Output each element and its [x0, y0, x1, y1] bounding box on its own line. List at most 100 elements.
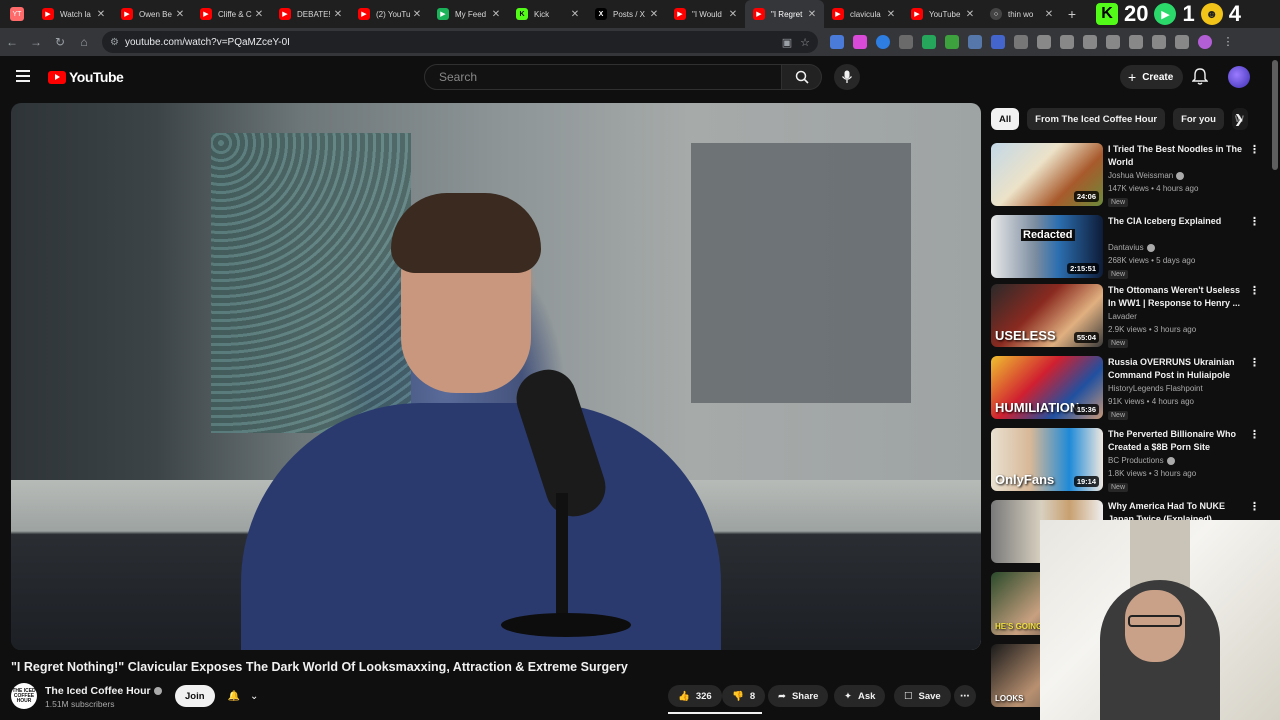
chevron-right-icon[interactable]: ❯	[1234, 112, 1244, 126]
browser-tab[interactable]: X Posts / X ✕	[587, 0, 666, 28]
bookmark-star-icon[interactable]: ☆	[800, 36, 810, 49]
recommended-video[interactable]: USELESS 55:04 The Ottomans Weren't Useless…	[991, 284, 1261, 348]
video-thumbnail[interactable]: 24:06	[991, 143, 1103, 206]
close-tab-icon[interactable]: ✕	[648, 9, 660, 20]
recommended-video[interactable]: HUMILIATION 15:36 Russia OVERRUNS Ukrainia…	[991, 356, 1261, 420]
save-button[interactable]: ☐ Save	[894, 685, 951, 707]
create-button[interactable]: + Create	[1120, 65, 1184, 89]
back-icon[interactable]: ←	[0, 30, 24, 54]
close-tab-icon[interactable]: ✕	[95, 9, 107, 20]
extension-icon[interactable]	[1014, 35, 1028, 49]
recommended-channel-name[interactable]: BC Productions	[1108, 456, 1164, 465]
recommended-channel-name[interactable]: Lavader	[1108, 312, 1137, 321]
account-avatar[interactable]	[1228, 66, 1250, 88]
cast-icon[interactable]	[1175, 35, 1189, 49]
new-tab-icon[interactable]: +	[1061, 6, 1083, 22]
puzzle-icon[interactable]	[1037, 35, 1051, 49]
more-vertical-icon[interactable]: ⋮	[1249, 284, 1260, 297]
youtube-logo[interactable]: YouTube	[48, 69, 124, 85]
close-tab-icon[interactable]: ✕	[253, 9, 265, 20]
more-vertical-icon[interactable]: ⋮	[1249, 428, 1260, 441]
filter-chip[interactable]: For you	[1173, 108, 1224, 130]
search-button[interactable]	[782, 64, 822, 90]
browser-tab[interactable]: ▶ "I Regret ✕	[745, 0, 824, 28]
close-tab-icon[interactable]: ✕	[569, 9, 581, 20]
browser-tab[interactable]: ▶ Cliffe & C ✕	[192, 0, 271, 28]
recommended-channel[interactable]: HistoryLegends Flashpoint	[1108, 384, 1203, 393]
recommended-channel[interactable]: Dantavius	[1108, 243, 1155, 252]
extension-icon[interactable]	[945, 35, 959, 49]
more-actions-button[interactable]: ⋯	[954, 685, 976, 707]
channel-name[interactable]: The Iced Coffee Hour	[45, 685, 162, 697]
voice-search-button[interactable]	[834, 64, 860, 90]
browser-tab[interactable]: ▶ Watch la ✕	[34, 0, 113, 28]
forward-icon[interactable]: →	[24, 30, 48, 54]
browser-tab[interactable]: ▶ (2) YouTu ✕	[350, 0, 429, 28]
notifications-button[interactable]	[1191, 68, 1209, 89]
extension-icon[interactable]	[922, 35, 936, 49]
browser-tab[interactable]: K Kick ✕	[508, 0, 587, 28]
browser-tab[interactable]: ▶ YouTube ✕	[903, 0, 982, 28]
recommended-video-title[interactable]: The CIA Iceberg Explained	[1108, 215, 1248, 228]
recommended-channel-name[interactable]: HistoryLegends Flashpoint	[1108, 384, 1203, 393]
page-scrollbar[interactable]	[1272, 60, 1278, 170]
video-thumbnail[interactable]: Redacted 2:15:51	[991, 215, 1103, 278]
recommended-video[interactable]: 24:06 I Tried The Best Noodles in The Wor…	[991, 143, 1261, 207]
sidepanel-icon[interactable]	[1129, 35, 1143, 49]
recommended-video-title[interactable]: I Tried The Best Noodles in The World	[1108, 143, 1248, 169]
close-tab-icon[interactable]: ✕	[174, 9, 186, 20]
history-icon[interactable]	[1060, 35, 1074, 49]
more-vertical-icon[interactable]: ⋮	[1249, 356, 1260, 369]
recommended-channel[interactable]: BC Productions	[1108, 456, 1175, 465]
close-tab-icon[interactable]: ✕	[490, 9, 502, 20]
extension-icon[interactable]	[876, 35, 890, 49]
recommended-channel-name[interactable]: Joshua Weissman	[1108, 171, 1173, 180]
install-app-icon[interactable]: ▣	[782, 36, 792, 49]
recommended-channel-name[interactable]: Dantavius	[1108, 243, 1144, 252]
menu-icon[interactable]	[16, 70, 30, 82]
extension-icon[interactable]	[991, 35, 1005, 49]
extension-icon[interactable]	[1083, 35, 1097, 49]
filter-chip[interactable]: From The Iced Coffee Hour	[1027, 108, 1166, 130]
close-tab-icon[interactable]: ✕	[964, 9, 976, 20]
extension-icon[interactable]	[899, 35, 913, 49]
video-thumbnail[interactable]: HUMILIATION 15:36	[991, 356, 1103, 419]
search-input[interactable]: Search	[424, 64, 782, 90]
recommended-video[interactable]: Redacted 2:15:51 The CIA Iceberg Explained…	[991, 215, 1261, 279]
extension-icon[interactable]	[1152, 35, 1166, 49]
url-text[interactable]: youtube.com/watch?v=PQaMZceY-0I	[125, 37, 774, 48]
extension-icon[interactable]	[830, 35, 844, 49]
more-vertical-icon[interactable]: ⋮	[1249, 215, 1260, 228]
recommended-video-title[interactable]: Why America Had To NUKE Japan Twice (Exp…	[1108, 500, 1248, 520]
like-button[interactable]: 👍 326	[668, 685, 722, 707]
extension-icon[interactable]	[853, 35, 867, 49]
close-tab-icon[interactable]: ✕	[727, 9, 739, 20]
extension-icon[interactable]	[968, 35, 982, 49]
browser-tab[interactable]: ○ thin wo ✕	[982, 0, 1061, 28]
close-tab-icon[interactable]: ✕	[332, 9, 344, 20]
tab-search-badge[interactable]: YT	[10, 7, 24, 21]
video-player[interactable]	[11, 103, 981, 650]
recommended-channel[interactable]: Joshua Weissman	[1108, 171, 1185, 180]
browser-tab[interactable]: ▶ My Feed ✕	[429, 0, 508, 28]
recommended-video[interactable]: OnlyFans 19:14 The Perverted Billionaire W…	[991, 428, 1261, 492]
more-vertical-icon[interactable]: ⋮	[1249, 143, 1260, 156]
home-icon[interactable]: ⌂	[72, 30, 96, 54]
filter-chip[interactable]: All	[991, 108, 1020, 130]
browser-tab[interactable]: ▶ Owen Be ✕	[113, 0, 192, 28]
profile-avatar[interactable]	[1198, 35, 1212, 49]
recommended-video-title[interactable]: The Ottomans Weren't Useless In WW1 | Re…	[1108, 284, 1248, 310]
close-tab-icon[interactable]: ✕	[411, 9, 423, 20]
dislike-button[interactable]: 👎 8	[722, 685, 766, 707]
ask-button[interactable]: ✦ Ask	[834, 685, 886, 707]
address-bar[interactable]: ⚙ youtube.com/watch?v=PQaMZceY-0I ▣ ☆	[102, 31, 818, 53]
subscription-notifications-button[interactable]: 🔔 ⌄	[218, 685, 268, 707]
reload-icon[interactable]: ↻	[48, 30, 72, 54]
site-info-icon[interactable]: ⚙	[110, 37, 119, 48]
close-tab-icon[interactable]: ✕	[1043, 9, 1055, 20]
recommended-video-title[interactable]: The Perverted Billionaire Who Created a …	[1108, 428, 1248, 454]
browser-tab[interactable]: ▶ clavicula ✕	[824, 0, 903, 28]
browser-menu-icon[interactable]: ⋮	[1221, 35, 1235, 49]
channel-name-text[interactable]: The Iced Coffee Hour	[45, 685, 151, 697]
channel-avatar[interactable]: THE ICED COFFEE HOUR	[11, 683, 37, 709]
